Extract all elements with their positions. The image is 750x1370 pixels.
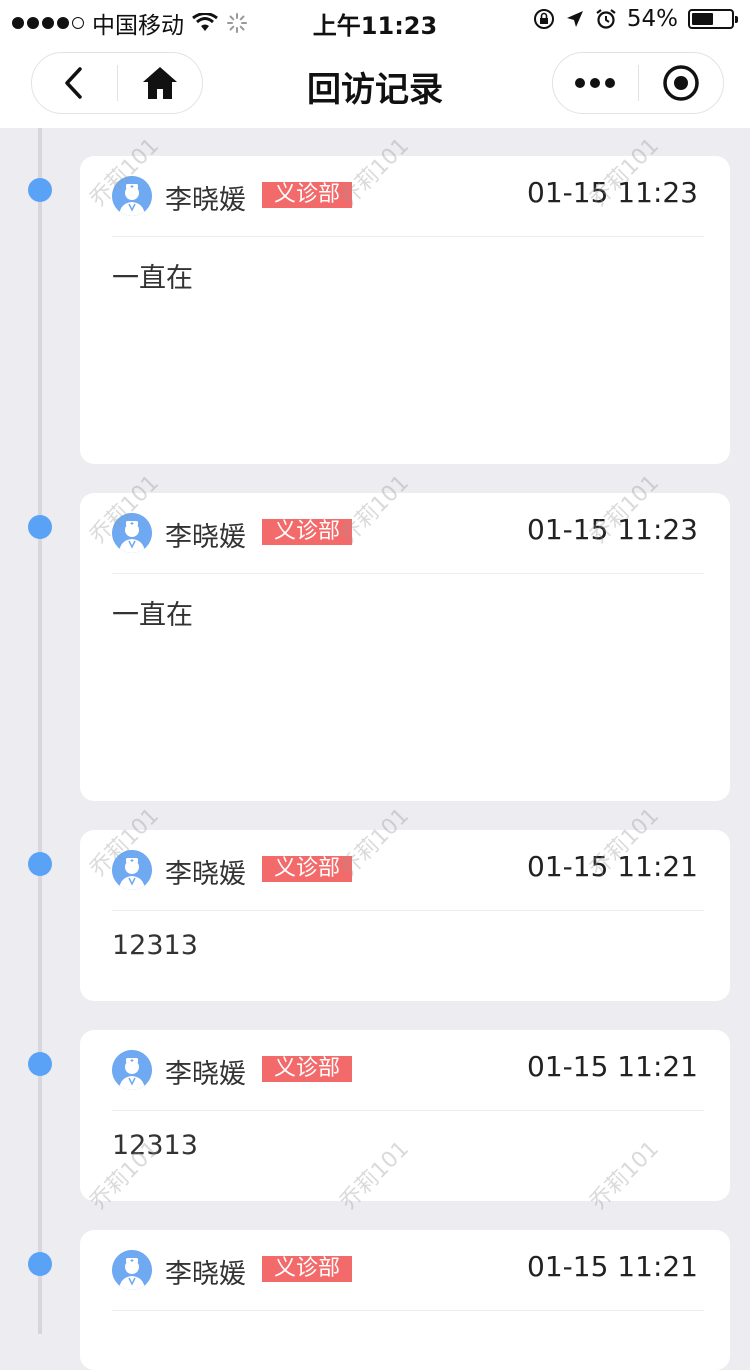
record-content: 一直在 (112, 263, 193, 294)
record-time: 01-15 11:21 (527, 850, 698, 883)
record-name: 李晓媛 (165, 185, 246, 216)
loading-icon (227, 13, 247, 33)
record-name: 李晓媛 (165, 1259, 246, 1290)
record-header: 李晓媛 义诊部 01-15 11:21 (112, 830, 704, 911)
timeline-dot (28, 1052, 52, 1076)
record-card[interactable]: 李晓媛 义诊部 01-15 11:23 一直在 (80, 493, 730, 801)
record-content: 12313 (112, 1130, 198, 1161)
battery-percent: 54% (626, 6, 678, 32)
record-header: 李晓媛 义诊部 01-15 11:23 (112, 156, 704, 237)
carrier-label: 中国移动 (92, 13, 184, 39)
record-card[interactable]: 李晓媛 义诊部 01-15 11:21 12313 (80, 1030, 730, 1201)
timeline-dot (28, 515, 52, 539)
timeline-dot (28, 1252, 52, 1276)
dept-badge: 义诊部 (262, 1256, 353, 1282)
record-time: 01-15 11:23 (527, 513, 698, 546)
nav-bar: 回访记录 (0, 40, 750, 128)
timeline-dot (28, 178, 52, 202)
battery-icon (688, 9, 738, 29)
timeline-dot (28, 852, 52, 876)
more-button[interactable] (553, 53, 638, 113)
dept-badge: 义诊部 (262, 182, 353, 208)
record-card[interactable]: 李晓媛 义诊部 01-15 11:23 一直在 (80, 156, 730, 464)
record-content: 12313 (112, 930, 198, 961)
close-button[interactable] (639, 53, 724, 113)
dept-badge: 义诊部 (262, 1056, 353, 1082)
record-name: 李晓媛 (165, 1059, 246, 1090)
rotation-lock-icon (533, 9, 554, 29)
wifi-icon (192, 13, 218, 31)
record-time: 01-15 11:23 (527, 176, 698, 209)
doctor-avatar-icon (112, 176, 152, 216)
doctor-avatar-icon (112, 513, 152, 553)
location-icon (566, 11, 583, 27)
dept-badge: 义诊部 (262, 519, 353, 545)
record-name: 李晓媛 (165, 859, 246, 890)
doctor-avatar-icon (112, 1250, 152, 1290)
target-circle-icon (663, 65, 699, 101)
dept-badge: 义诊部 (262, 856, 353, 882)
record-content: 一直在 (112, 600, 193, 631)
record-header: 李晓媛 义诊部 01-15 11:21 (112, 1230, 704, 1311)
record-header: 李晓媛 义诊部 01-15 11:23 (112, 493, 704, 574)
status-bar: 中国移动 上午11:23 54% (0, 0, 750, 40)
doctor-avatar-icon (112, 850, 152, 890)
record-time: 01-15 11:21 (527, 1050, 698, 1083)
record-header: 李晓媛 义诊部 01-15 11:21 (112, 1030, 704, 1111)
more-dots-icon (575, 78, 616, 88)
nav-capsule-right (552, 52, 724, 114)
record-name: 李晓媛 (165, 522, 246, 553)
alarm-icon (596, 9, 616, 29)
record-card[interactable]: 李晓媛 义诊部 01-15 11:21 (80, 1230, 730, 1370)
timeline-line (38, 128, 42, 1334)
record-time: 01-15 11:21 (527, 1250, 698, 1283)
record-card[interactable]: 李晓媛 义诊部 01-15 11:21 12313 (80, 830, 730, 1001)
signal-icon (12, 17, 84, 29)
doctor-avatar-icon (112, 1050, 152, 1090)
